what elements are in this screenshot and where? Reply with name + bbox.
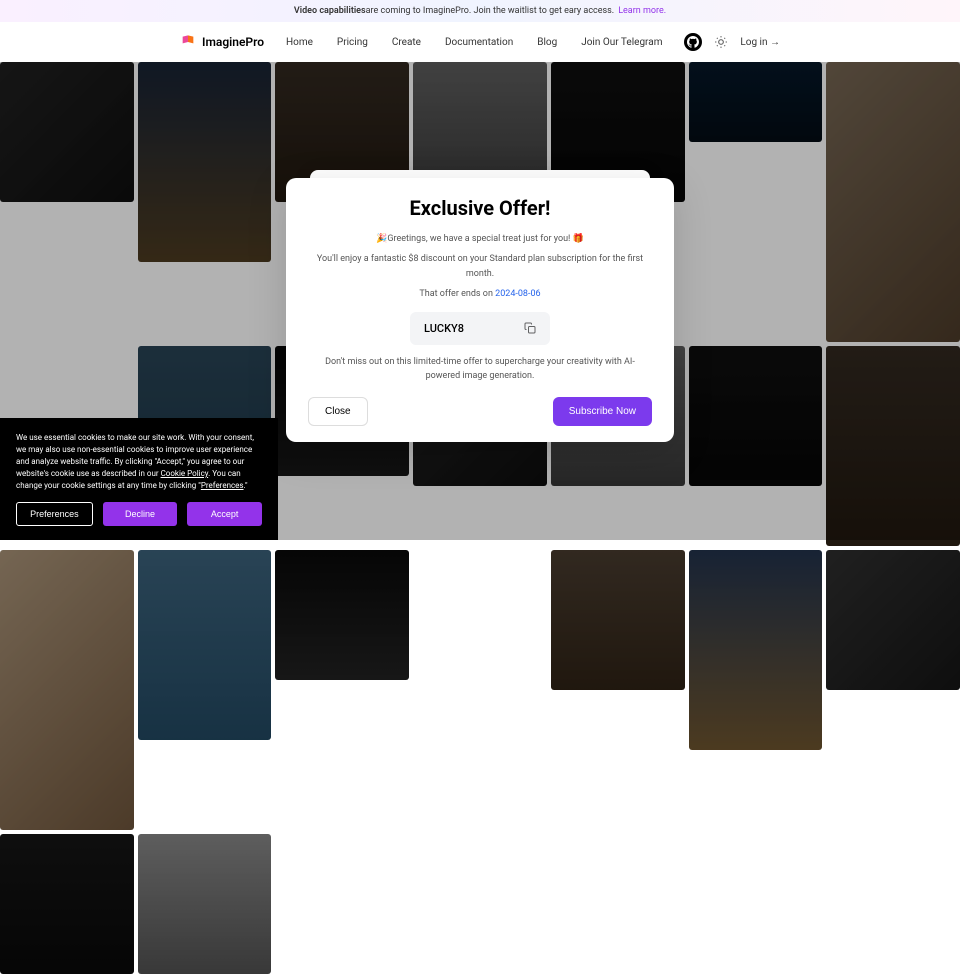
modal-footer-text: Don't miss out on this limited-time offe… <box>308 355 652 384</box>
login-link[interactable]: Log in → <box>740 37 780 48</box>
cookie-policy-link[interactable]: Cookie Policy <box>161 469 209 478</box>
gallery-image <box>138 62 272 262</box>
main-nav: Home Pricing Create Documentation Blog J… <box>286 37 662 48</box>
nav-pricing[interactable]: Pricing <box>337 37 368 48</box>
banner-link[interactable]: Learn more. <box>618 6 666 16</box>
cookie-consent: We use essential cookies to make our sit… <box>0 418 278 540</box>
gallery-image <box>826 62 960 342</box>
preferences-link[interactable]: Preferences <box>201 481 244 490</box>
cookie-buttons: Preferences Decline Accept <box>16 502 262 526</box>
nav-telegram[interactable]: Join Our Telegram <box>581 37 662 48</box>
modal-title: Exclusive Offer! <box>308 196 652 220</box>
gallery-image <box>0 834 134 974</box>
promo-code-box: LUCKY8 <box>410 312 550 345</box>
gallery-image <box>275 550 409 680</box>
gallery-image <box>138 834 272 974</box>
gallery-image <box>689 550 823 750</box>
modal-greeting: 🎉Greetings, we have a special treat just… <box>308 232 652 246</box>
cookie-text: We use essential cookies to make our sit… <box>16 432 262 492</box>
nav-create[interactable]: Create <box>392 37 421 48</box>
gallery-image <box>689 346 823 486</box>
preferences-button[interactable]: Preferences <box>16 502 93 526</box>
announcement-banner: Video capabilities are coming to Imagine… <box>0 0 960 22</box>
modal-expire: That offer ends on 2024-08-06 <box>308 287 652 301</box>
banner-bold: Video capabilities <box>294 6 366 16</box>
close-button[interactable]: Close <box>308 397 368 426</box>
modal-buttons: Close Subscribe Now <box>308 397 652 426</box>
header-right: Log in → <box>684 33 780 51</box>
gallery-image <box>0 550 134 830</box>
gallery-image <box>551 550 685 690</box>
header: ImaginePro Home Pricing Create Documenta… <box>0 22 960 62</box>
github-icon[interactable] <box>684 33 702 51</box>
gallery-image <box>138 550 272 740</box>
gallery-image <box>0 62 134 202</box>
modal-expire-date: 2024-08-06 <box>495 289 540 299</box>
promo-code: LUCKY8 <box>424 322 464 335</box>
copy-icon[interactable] <box>524 322 536 334</box>
gallery-image <box>826 550 960 690</box>
exclusive-offer-modal: Exclusive Offer! 🎉Greetings, we have a s… <box>286 178 674 442</box>
banner-text: are coming to ImaginePro. Join the waitl… <box>366 6 615 16</box>
decline-button[interactable]: Decline <box>103 502 178 526</box>
modal-discount-text: You'll enjoy a fantastic $8 discount on … <box>308 252 652 281</box>
logo[interactable]: ImaginePro <box>180 34 264 50</box>
logo-icon <box>180 34 196 50</box>
brand-name: ImaginePro <box>202 35 264 49</box>
gallery-image <box>689 62 823 142</box>
nav-home[interactable]: Home <box>286 37 313 48</box>
nav-blog[interactable]: Blog <box>537 37 557 48</box>
subscribe-now-button[interactable]: Subscribe Now <box>553 397 652 426</box>
accept-button[interactable]: Accept <box>187 502 262 526</box>
theme-toggle-icon[interactable] <box>714 35 728 49</box>
modal-expire-prefix: That offer ends on <box>419 289 495 299</box>
nav-documentation[interactable]: Documentation <box>445 37 513 48</box>
gallery-image <box>826 346 960 546</box>
